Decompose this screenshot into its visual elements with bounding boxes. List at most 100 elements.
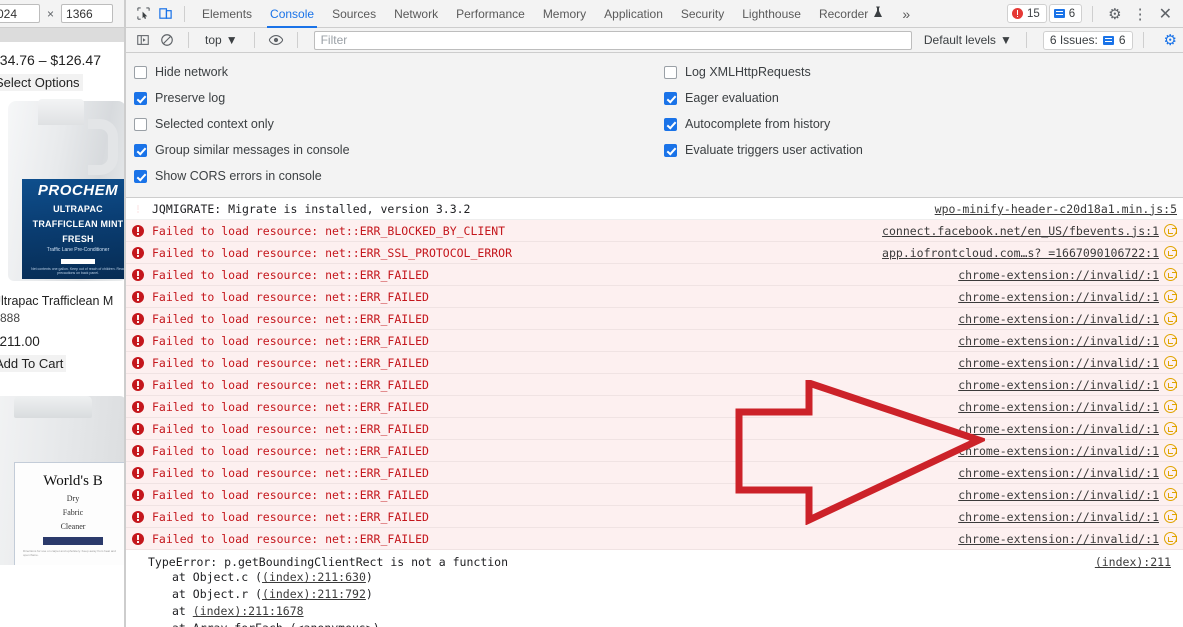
source-link[interactable]: chrome-extension://invalid/:1: [958, 378, 1159, 392]
console-log-row[interactable]: Failed to load resource: net::ERR_FAILED…: [126, 528, 1183, 550]
issue-warning-icon[interactable]: [1164, 444, 1177, 457]
source-link[interactable]: chrome-extension://invalid/:1: [958, 488, 1159, 502]
source-link[interactable]: connect.facebook.net/en_US/fbevents.js:1: [882, 224, 1159, 238]
issue-warning-icon[interactable]: [1164, 488, 1177, 501]
setting-eager-evaluation[interactable]: Eager evaluation: [664, 85, 1183, 111]
issue-warning-icon[interactable]: [1164, 268, 1177, 281]
console-log-row[interactable]: Failed to load resource: net::ERR_FAILED…: [126, 418, 1183, 440]
issue-warning-icon[interactable]: [1164, 466, 1177, 479]
issue-warning-icon[interactable]: [1164, 246, 1177, 259]
setting-autocomplete-from-history[interactable]: Autocomplete from history: [664, 111, 1183, 137]
product-image-worlds-best[interactable]: World's B Dry Fabric Cleaner Directions …: [0, 380, 124, 565]
message-count-badge[interactable]: 6: [1049, 4, 1082, 23]
issue-warning-icon[interactable]: [1164, 422, 1177, 435]
source-link[interactable]: chrome-extension://invalid/:1: [958, 312, 1159, 326]
console-settings-gear-icon[interactable]: ⚙: [1158, 31, 1183, 49]
setting-selected-context-only[interactable]: Selected context only: [134, 111, 656, 137]
source-link[interactable]: chrome-extension://invalid/:1: [958, 466, 1159, 480]
source-link[interactable]: chrome-extension://invalid/:1: [958, 510, 1159, 524]
checkbox-icon[interactable]: [134, 92, 147, 105]
source-link[interactable]: chrome-extension://invalid/:1: [958, 290, 1159, 304]
source-link[interactable]: chrome-extension://invalid/:1: [958, 444, 1159, 458]
issue-warning-icon[interactable]: [1164, 400, 1177, 413]
live-expression-icon[interactable]: [265, 29, 287, 51]
device-toolbar-icon[interactable]: [154, 3, 176, 25]
stack-trace-source-link[interactable]: (index):211: [1095, 555, 1177, 569]
tab-lighthouse[interactable]: Lighthouse: [733, 0, 810, 28]
issue-warning-icon[interactable]: [1164, 378, 1177, 391]
console-log-row[interactable]: Failed to load resource: net::ERR_FAILED…: [126, 374, 1183, 396]
issue-warning-icon[interactable]: [1164, 312, 1177, 325]
setting-evaluate-triggers-user-activation[interactable]: Evaluate triggers user activation: [664, 137, 1183, 163]
console-log-row[interactable]: Failed to load resource: net::ERR_FAILED…: [126, 286, 1183, 308]
tab-network[interactable]: Network: [385, 0, 447, 28]
tab-memory[interactable]: Memory: [534, 0, 595, 28]
tab-sources[interactable]: Sources: [323, 0, 385, 28]
setting-group-similar-messages[interactable]: Group similar messages in console: [134, 137, 656, 163]
console-log-row[interactable]: Failed to load resource: net::ERR_FAILED…: [126, 308, 1183, 330]
product-image-prochem[interactable]: PROCHEM ULTRAPAC TRAFFICLEAN MINT FRESH …: [0, 99, 124, 284]
frame-source-link[interactable]: (index):211:630: [262, 570, 366, 584]
device-height-input[interactable]: [61, 4, 113, 23]
checkbox-icon[interactable]: [134, 66, 147, 79]
error-count-badge[interactable]: 15: [1007, 4, 1047, 23]
checkbox-icon[interactable]: [664, 92, 677, 105]
tab-elements[interactable]: Elements: [193, 0, 261, 28]
issue-warning-icon[interactable]: [1164, 290, 1177, 303]
checkbox-icon[interactable]: [664, 66, 677, 79]
checkbox-icon[interactable]: [134, 170, 147, 183]
console-log-row[interactable]: Failed to load resource: net::ERR_FAILED…: [126, 264, 1183, 286]
tab-security[interactable]: Security: [672, 0, 733, 28]
device-width-input[interactable]: [0, 4, 40, 23]
tab-console[interactable]: Console: [261, 0, 323, 28]
console-log-row[interactable]: Failed to load resource: net::ERR_SSL_PR…: [126, 242, 1183, 264]
filter-input[interactable]: [314, 31, 912, 50]
product-title[interactable]: Ultrapac Trafficlean M: [0, 294, 124, 308]
source-link[interactable]: chrome-extension://invalid/:1: [958, 400, 1159, 414]
source-link[interactable]: chrome-extension://invalid/:1: [958, 268, 1159, 282]
source-link[interactable]: chrome-extension://invalid/:1: [958, 334, 1159, 348]
checkbox-icon[interactable]: [134, 144, 147, 157]
console-message-list[interactable]: JQMIGRATE: Migrate is installed, version…: [126, 198, 1183, 627]
add-to-cart-button[interactable]: Add To Cart: [0, 355, 66, 372]
setting-preserve-log[interactable]: Preserve log: [134, 85, 656, 111]
console-log-row[interactable]: Failed to load resource: net::ERR_BLOCKE…: [126, 220, 1183, 242]
issue-warning-icon[interactable]: [1164, 510, 1177, 523]
issue-warning-icon[interactable]: [1164, 356, 1177, 369]
issue-warning-icon[interactable]: [1164, 532, 1177, 545]
source-link[interactable]: app.iofrontcloud.com…s? =1667090106722:1: [882, 246, 1159, 260]
log-levels-selector[interactable]: Default levels ▼: [920, 33, 1016, 47]
select-options-button[interactable]: Select Options: [0, 74, 83, 91]
checkbox-icon[interactable]: [664, 144, 677, 157]
frame-source-link[interactable]: (index):211:1678: [193, 604, 304, 618]
source-link[interactable]: chrome-extension://invalid/:1: [958, 356, 1159, 370]
console-log-row[interactable]: JQMIGRATE: Migrate is installed, version…: [126, 198, 1183, 220]
tab-overflow-button[interactable]: »: [892, 6, 920, 22]
kebab-menu-icon[interactable]: ⋮: [1129, 5, 1152, 23]
console-log-row[interactable]: Failed to load resource: net::ERR_FAILED…: [126, 352, 1183, 374]
gear-icon[interactable]: ⚙: [1103, 5, 1126, 23]
source-link[interactable]: chrome-extension://invalid/:1: [958, 532, 1159, 546]
tab-application[interactable]: Application: [595, 0, 672, 28]
clear-console-icon[interactable]: [156, 29, 178, 51]
issue-warning-icon[interactable]: [1164, 334, 1177, 347]
issue-warning-icon[interactable]: [1164, 224, 1177, 237]
setting-show-cors-errors[interactable]: Show CORS errors in console: [134, 163, 656, 189]
console-sidebar-icon[interactable]: [132, 29, 154, 51]
setting-hide-network[interactable]: Hide network: [134, 59, 656, 85]
console-log-row[interactable]: Failed to load resource: net::ERR_FAILED…: [126, 330, 1183, 352]
execution-context-selector[interactable]: top ▼: [199, 33, 244, 47]
checkbox-icon[interactable]: [664, 118, 677, 131]
source-link[interactable]: chrome-extension://invalid/:1: [958, 422, 1159, 436]
console-log-row[interactable]: Failed to load resource: net::ERR_FAILED…: [126, 484, 1183, 506]
checkbox-icon[interactable]: [134, 118, 147, 131]
console-log-row[interactable]: Failed to load resource: net::ERR_FAILED…: [126, 462, 1183, 484]
close-icon[interactable]: ✕: [1154, 4, 1177, 24]
inspect-element-icon[interactable]: [132, 3, 154, 25]
tab-performance[interactable]: Performance: [447, 0, 534, 28]
setting-log-xmlhttprequests[interactable]: Log XMLHttpRequests: [664, 59, 1183, 85]
tab-recorder[interactable]: Recorder: [810, 0, 892, 28]
source-link[interactable]: wpo-minify-header-c20d18a1.min.js:5: [935, 202, 1177, 216]
console-log-row[interactable]: Failed to load resource: net::ERR_FAILED…: [126, 506, 1183, 528]
issues-button[interactable]: 6 Issues: 6: [1043, 31, 1133, 50]
